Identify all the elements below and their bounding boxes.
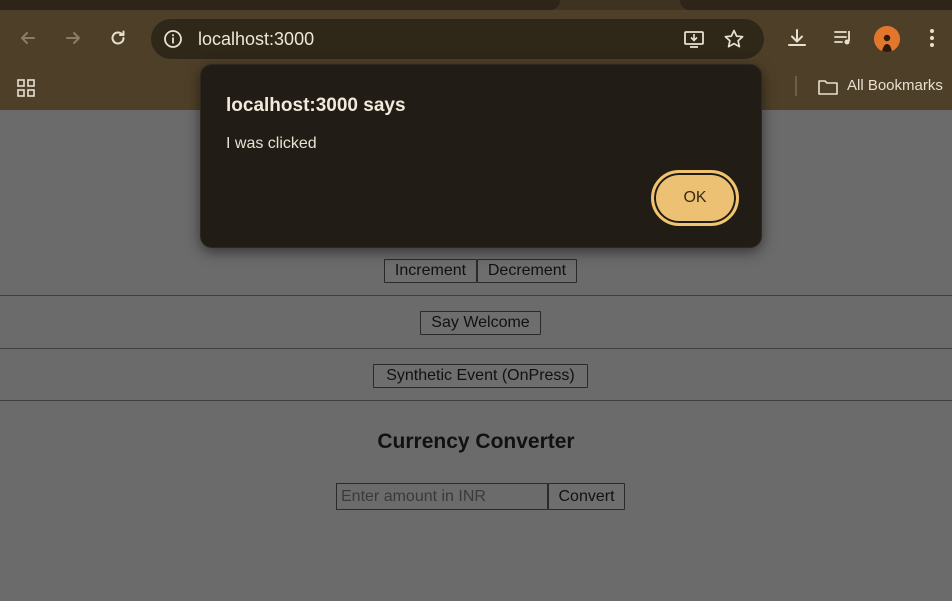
dialog-title: localhost:3000 says bbox=[226, 95, 406, 116]
apps-grid-icon[interactable] bbox=[14, 76, 38, 100]
menu-icon[interactable] bbox=[918, 24, 946, 52]
all-bookmarks-label[interactable]: All Bookmarks bbox=[847, 77, 943, 94]
profile-avatar[interactable] bbox=[874, 26, 900, 52]
browser-toolbar: localhost:3000 bbox=[0, 10, 952, 68]
bookmarks-divider bbox=[795, 76, 797, 96]
divider bbox=[0, 348, 952, 349]
install-app-icon[interactable] bbox=[682, 27, 706, 51]
decrement-button[interactable]: Decrement bbox=[477, 259, 577, 283]
media-control-icon[interactable] bbox=[829, 24, 857, 52]
alert-dialog: localhost:3000 says I was clicked OK bbox=[200, 64, 762, 248]
divider bbox=[0, 295, 952, 296]
browser-tab[interactable] bbox=[680, 0, 952, 10]
bookmark-star-icon[interactable] bbox=[722, 27, 746, 51]
address-bar[interactable]: localhost:3000 bbox=[151, 19, 764, 59]
increment-button[interactable]: Increment bbox=[384, 259, 477, 283]
ok-button[interactable]: OK bbox=[651, 170, 739, 226]
convert-button[interactable]: Convert bbox=[548, 483, 625, 510]
url-text[interactable]: localhost:3000 bbox=[198, 29, 314, 50]
say-welcome-button[interactable]: Say Welcome bbox=[420, 311, 541, 335]
folder-icon[interactable] bbox=[816, 75, 840, 99]
synthetic-event-button[interactable]: Synthetic Event (OnPress) bbox=[373, 364, 588, 388]
forward-icon[interactable] bbox=[59, 24, 87, 52]
inr-amount-input[interactable] bbox=[336, 483, 548, 510]
tab-strip bbox=[0, 0, 952, 10]
back-icon[interactable] bbox=[14, 24, 42, 52]
site-info-icon[interactable] bbox=[161, 27, 185, 51]
browser-tab[interactable] bbox=[0, 0, 560, 10]
divider bbox=[0, 400, 952, 401]
download-icon[interactable] bbox=[783, 24, 811, 52]
dialog-message: I was clicked bbox=[226, 135, 317, 152]
currency-converter-heading: Currency Converter bbox=[377, 430, 575, 453]
reload-icon[interactable] bbox=[104, 24, 132, 52]
